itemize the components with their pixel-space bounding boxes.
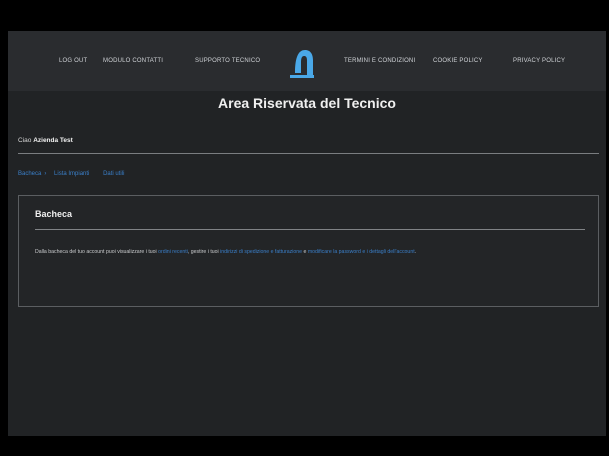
tab-separator: › [44,171,47,177]
nav-privacy-policy-link[interactable]: PRIVACY POLICY [513,58,565,64]
nav-logout-link[interactable]: LOG OUT [59,58,87,64]
nav-contact-form-link[interactable]: MODULO CONTATTI [103,58,163,64]
company-name: Azienda Test [33,137,73,144]
addresses-link[interactable]: indirizzi di spedizione e fatturazione [220,249,302,255]
account-details-link[interactable]: modificare la password e i dettagli dell… [308,249,415,255]
dashboard-description: Dalla bacheca del tuo account puoi visua… [35,248,587,257]
recent-orders-link[interactable]: ordini recenti [158,249,188,255]
divider [18,153,599,154]
tab-plant-list[interactable]: Lista Impianti [54,171,89,177]
tab-useful-data[interactable]: Dati utili [103,171,124,177]
nav-terms-link[interactable]: TERMINI E CONDIZIONI [344,58,415,64]
nav-cookie-policy-link[interactable]: COOKIE POLICY [433,58,483,64]
description-text: Dalla bacheca del tuo account puoi visua… [35,249,159,255]
nav-tech-support-link[interactable]: SUPPORTO TECNICO [195,58,260,64]
card-divider [35,229,585,230]
description-text: . [414,249,417,255]
greeting: Ciao Azienda Test [18,137,73,144]
app-window: LOG OUT MODULO CONTATTI SUPPORTO TECNICO… [8,31,606,436]
page-title: Area Riservata del Tecnico [218,95,396,111]
description-text: , gestire i tuoi [187,249,221,255]
dashboard-title: Bacheca [35,209,73,219]
top-navigation: LOG OUT MODULO CONTATTI SUPPORTO TECNICO… [8,31,606,91]
site-logo-icon[interactable] [282,42,322,82]
account-tabs: Bacheca › Lista Impianti Dati utili [18,171,124,177]
tab-dashboard[interactable]: Bacheca [18,171,41,177]
greeting-prefix: Ciao [18,137,32,144]
dashboard-card: Bacheca Dalla bacheca del tuo account pu… [18,195,599,307]
